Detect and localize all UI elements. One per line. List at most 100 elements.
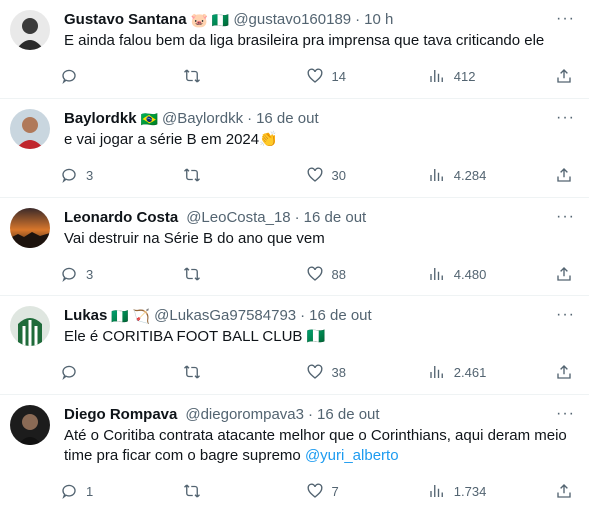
more-options-icon[interactable]: ··· [556, 10, 575, 28]
tweet-actions: 14 412 [60, 57, 573, 95]
views-count: 1.734 [453, 483, 487, 499]
heart-icon [307, 364, 322, 379]
views-button[interactable]: 2.461 [428, 363, 555, 381]
tweet-text: e vai jogar a série B em 2024👏 [64, 131, 278, 148]
timestamp[interactable]: 16 de out [309, 306, 372, 326]
reply-button[interactable]: 1 [60, 482, 183, 500]
reply-icon [62, 484, 76, 499]
name-emoji: 🇳🇬 🏹 [111, 308, 151, 324]
retweet-button[interactable] [183, 482, 305, 500]
share-icon [557, 168, 571, 182]
mention-link[interactable]: @yuri_alberto [305, 447, 399, 464]
share-icon [557, 365, 571, 379]
retweet-button[interactable] [183, 265, 305, 283]
retweet-button[interactable] [183, 166, 305, 184]
timestamp[interactable]: 16 de out [256, 109, 319, 129]
reply-button[interactable] [60, 67, 183, 85]
retweet-icon [184, 484, 201, 498]
share-button[interactable] [555, 67, 573, 85]
avatar[interactable] [10, 10, 50, 50]
separator-dot: · [294, 209, 300, 226]
share-icon [557, 484, 571, 498]
tweet-actions: 3 88 4.480 [60, 255, 573, 293]
display-name[interactable]: Diego Rompava [64, 405, 177, 425]
tweet-actions: 38 2.461 [60, 353, 573, 391]
user-handle[interactable]: @LukasGa97584793 [154, 306, 296, 326]
reply-icon [62, 168, 76, 183]
share-button[interactable] [555, 482, 573, 500]
timestamp[interactable]: 10 h [364, 10, 393, 30]
views-icon [430, 366, 443, 378]
share-button[interactable] [555, 265, 573, 283]
user-handle[interactable]: @LeoCosta_18 [186, 208, 290, 228]
tweet-actions: 1 7 1.734 [60, 472, 573, 510]
more-options-icon[interactable]: ··· [556, 208, 575, 226]
more-options-icon[interactable]: ··· [556, 405, 575, 423]
like-count: 30 [331, 167, 346, 183]
views-count: 4.284 [453, 167, 487, 183]
retweet-icon [184, 267, 201, 281]
views-count: 412 [453, 68, 476, 84]
separator-dot: · [355, 11, 361, 28]
reply-icon [62, 267, 76, 282]
avatar[interactable] [10, 109, 50, 149]
user-handle[interactable]: @Baylordkk [162, 109, 243, 129]
views-icon [430, 485, 443, 497]
retweet-icon [184, 69, 201, 83]
like-button[interactable]: 88 [306, 265, 428, 283]
display-name[interactable]: Baylordkk [64, 109, 137, 129]
display-name[interactable]: Gustavo Santana [64, 10, 187, 30]
views-button[interactable]: 412 [428, 67, 555, 85]
avatar[interactable] [10, 208, 50, 248]
separator-dot: · [308, 406, 313, 423]
timestamp[interactable]: 16 de out [304, 208, 367, 228]
display-name[interactable]: Leonardo Costa [64, 208, 178, 228]
like-button[interactable]: 30 [306, 166, 428, 184]
views-button[interactable]: 1.734 [428, 482, 555, 500]
views-icon [430, 70, 443, 82]
separator-dot: · [247, 110, 253, 127]
heart-icon [307, 266, 322, 281]
like-button[interactable]: 7 [306, 482, 428, 500]
like-button[interactable]: 38 [306, 363, 428, 381]
user-handle[interactable]: @diegorompava3 [185, 405, 304, 425]
tweet[interactable]: Lukas 🇳🇬 🏹 @LukasGa97584793 · 16 de out … [0, 296, 589, 395]
tweet[interactable]: Diego Rompava @diegorompava3 · 16 de out… [0, 395, 589, 505]
timestamp[interactable]: 16 de out [317, 405, 380, 425]
views-button[interactable]: 4.480 [428, 265, 555, 283]
reply-icon [62, 69, 76, 84]
retweet-icon [184, 365, 201, 379]
retweet-button[interactable] [183, 363, 305, 381]
share-button[interactable] [555, 166, 573, 184]
heart-icon [307, 167, 322, 182]
avatar[interactable] [10, 306, 50, 346]
tweet[interactable]: Leonardo Costa @LeoCosta_18 · 16 de out … [0, 198, 589, 296]
retweet-button[interactable] [183, 67, 305, 85]
heart-icon [307, 68, 322, 83]
retweet-icon [184, 168, 201, 182]
tweet[interactable]: Baylordkk 🇧🇷 @Baylordkk · 16 de out ··· … [0, 99, 589, 198]
like-count: 88 [331, 266, 346, 282]
reply-icon [62, 365, 76, 380]
reply-button[interactable]: 3 [60, 265, 183, 283]
avatar[interactable] [10, 405, 50, 445]
tweet[interactable]: Gustavo Santana 🐷 🇳🇬 @gustavo160189 · 10… [0, 0, 589, 99]
tweet-text: Vai destruir na Série B do ano que vem [64, 230, 325, 247]
reply-button[interactable]: 3 [60, 166, 183, 184]
share-icon [557, 267, 571, 281]
reply-button[interactable] [60, 363, 183, 381]
share-button[interactable] [555, 363, 573, 381]
like-button[interactable]: 14 [306, 67, 428, 85]
display-name[interactable]: Lukas [64, 306, 107, 326]
views-count: 4.480 [453, 266, 487, 282]
more-options-icon[interactable]: ··· [556, 306, 575, 324]
views-icon [430, 268, 443, 280]
name-emoji: 🐷 🇳🇬 [190, 12, 230, 28]
like-count: 14 [331, 68, 346, 84]
reply-count: 3 [86, 167, 94, 183]
views-button[interactable]: 4.284 [428, 166, 555, 184]
tweet-text: E ainda falou bem da liga brasileira pra… [64, 32, 545, 49]
tweet-actions: 3 30 4.284 [60, 156, 573, 194]
user-handle[interactable]: @gustavo160189 [233, 10, 351, 30]
more-options-icon[interactable]: ··· [556, 109, 575, 127]
